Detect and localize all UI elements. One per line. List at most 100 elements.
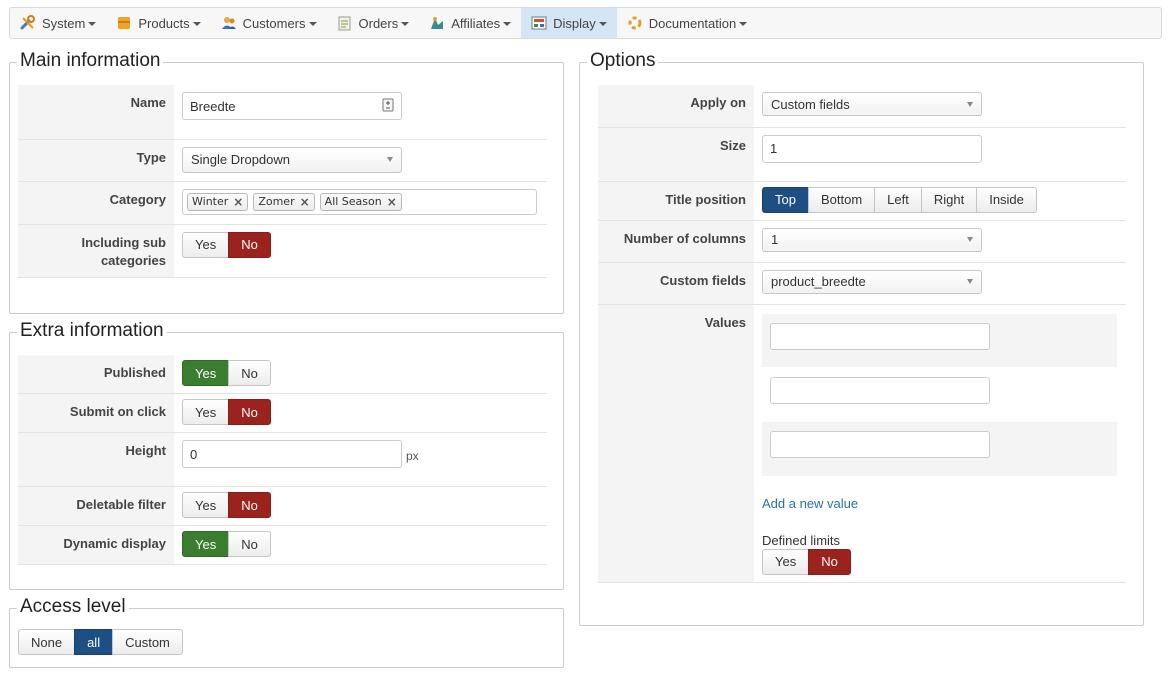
nav-label: Display	[553, 15, 596, 31]
category-tag[interactable]: Zomer ×	[253, 192, 315, 211]
submit-cell: Yes No	[174, 393, 547, 433]
title-top-button[interactable]: Top	[762, 186, 809, 213]
apply-on-select[interactable]: Custom fields	[762, 92, 982, 116]
deletable-no-button[interactable]: No	[228, 492, 271, 518]
published-cell: Yes No	[174, 355, 547, 394]
box-icon	[116, 15, 132, 31]
height-input[interactable]: 0	[182, 440, 402, 468]
caret-icon	[88, 22, 97, 26]
dynamic-yes-button[interactable]: Yes	[182, 531, 230, 557]
type-select[interactable]: Single Dropdown	[182, 146, 402, 173]
deletable-yes-button[interactable]: Yes	[182, 492, 230, 518]
custom-fields-cell: product_breedte	[754, 262, 1126, 305]
remove-tag-icon[interactable]: ×	[300, 195, 310, 209]
nav-documentation[interactable]: Documentation	[617, 8, 757, 38]
submit-yes-button[interactable]: Yes	[182, 399, 230, 425]
name-cell: Breedte	[174, 85, 547, 140]
nav-orders[interactable]: Orders	[327, 8, 420, 38]
limits-no-button[interactable]: No	[808, 548, 851, 575]
extra-information-legend: Extra information	[17, 319, 167, 343]
access-custom-button[interactable]: Custom	[112, 629, 183, 655]
apply-on-label: Apply on	[598, 85, 754, 128]
submit-toggle: Yes No	[182, 399, 271, 425]
type-cell: Single Dropdown	[174, 139, 547, 182]
title-inside-button[interactable]: Inside	[976, 186, 1037, 213]
title-right-button[interactable]: Right	[920, 186, 978, 213]
add-value-wrapper: Add a new value	[762, 496, 1118, 511]
deletable-toggle: Yes No	[182, 492, 271, 518]
main-information-table: Name Breedte Type Single Dropdown Catego…	[18, 85, 547, 278]
category-tag[interactable]: Winter ×	[187, 192, 249, 211]
sub-no-button[interactable]: No	[228, 231, 271, 258]
title-bottom-button[interactable]: Bottom	[807, 186, 876, 213]
main-information-fieldset: Main information Name Breedte Type Singl…	[9, 49, 564, 314]
affiliates-icon	[429, 15, 445, 31]
nav-label: Products	[138, 15, 190, 31]
nav-display[interactable]: Display	[521, 8, 617, 38]
values-label: Values	[598, 304, 754, 583]
category-tags-input[interactable]: Winter × Zomer × All Season ×	[182, 188, 537, 215]
remove-tag-icon[interactable]: ×	[233, 195, 243, 209]
including-sub-categories-label: Including sub categories	[18, 224, 174, 278]
value-row	[762, 314, 1117, 368]
nav-system[interactable]: System	[10, 8, 106, 38]
submit-on-click-label: Submit on click	[18, 393, 174, 433]
deletable-filter-label: Deletable filter	[18, 486, 174, 526]
caret-icon	[739, 22, 748, 26]
height-label: Height	[18, 432, 174, 487]
sub-yes-button[interactable]: Yes	[182, 231, 230, 258]
access-level-fieldset: Access level None all Custom	[9, 595, 564, 668]
options-fieldset: Options Apply on Custom fields Size 1 Ti…	[579, 49, 1144, 626]
users-icon	[221, 15, 237, 31]
access-level-legend: Access level	[17, 595, 129, 619]
tools-icon	[20, 15, 36, 31]
value-input[interactable]	[770, 322, 990, 350]
deletable-cell: Yes No	[174, 486, 547, 526]
size-input[interactable]: 1	[762, 134, 982, 163]
name-input[interactable]: Breedte	[182, 92, 402, 120]
columns-select[interactable]: 1	[762, 227, 982, 252]
type-value: Single Dropdown	[191, 152, 291, 167]
value-input[interactable]	[770, 376, 990, 404]
translate-icon[interactable]	[382, 98, 394, 115]
nav-label: Orders	[358, 15, 399, 31]
limits-yes-button[interactable]: Yes	[762, 548, 810, 575]
dynamic-no-button[interactable]: No	[228, 531, 271, 557]
nav-affiliates[interactable]: Affiliates	[419, 8, 521, 38]
title-position-cell: Top Bottom Left Right Inside	[754, 181, 1126, 221]
remove-tag-icon[interactable]: ×	[387, 195, 397, 209]
published-no-button[interactable]: No	[228, 360, 271, 386]
top-navbar: System Products Customers Orders Affilia…	[9, 7, 1162, 39]
custom-fields-select[interactable]: product_breedte	[762, 269, 982, 294]
caret-icon	[598, 22, 607, 26]
values-cell: Add a new value Defined limits Yes No	[754, 304, 1126, 583]
height-cell: 0 px	[174, 432, 547, 487]
name-label: Name	[18, 85, 174, 140]
access-level-toggle: None all Custom	[18, 629, 183, 655]
category-cell: Winter × Zomer × All Season ×	[174, 181, 547, 225]
nav-customers[interactable]: Customers	[211, 8, 327, 38]
extra-information-fieldset: Extra information Published Yes No Submi…	[9, 319, 564, 590]
dropdown-arrow-icon	[387, 157, 393, 162]
nav-products[interactable]: Products	[106, 8, 210, 38]
name-value: Breedte	[190, 98, 236, 114]
size-cell: 1	[754, 127, 1126, 182]
published-yes-button[interactable]: Yes	[182, 360, 230, 386]
add-new-value-link[interactable]: Add a new value	[762, 496, 858, 511]
extra-information-table: Published Yes No Submit on click Yes No …	[18, 355, 547, 565]
access-all-button[interactable]: all	[74, 629, 114, 655]
access-none-button[interactable]: None	[18, 629, 76, 655]
tag-label: Winter	[192, 195, 229, 208]
caret-icon	[503, 22, 512, 26]
caret-icon	[192, 22, 201, 26]
custom-fields-label: Custom fields	[598, 262, 754, 305]
category-tag[interactable]: All Season ×	[319, 192, 402, 211]
submit-no-button[interactable]: No	[228, 399, 271, 425]
title-left-button[interactable]: Left	[874, 186, 922, 213]
sub-categories-cell: Yes No	[174, 224, 547, 278]
value-input[interactable]	[770, 430, 990, 458]
tag-label: All Season	[324, 195, 382, 208]
defined-limits-label: Defined limits	[762, 532, 841, 548]
category-label: Category	[18, 181, 174, 225]
nav-label: Affiliates	[451, 15, 501, 31]
